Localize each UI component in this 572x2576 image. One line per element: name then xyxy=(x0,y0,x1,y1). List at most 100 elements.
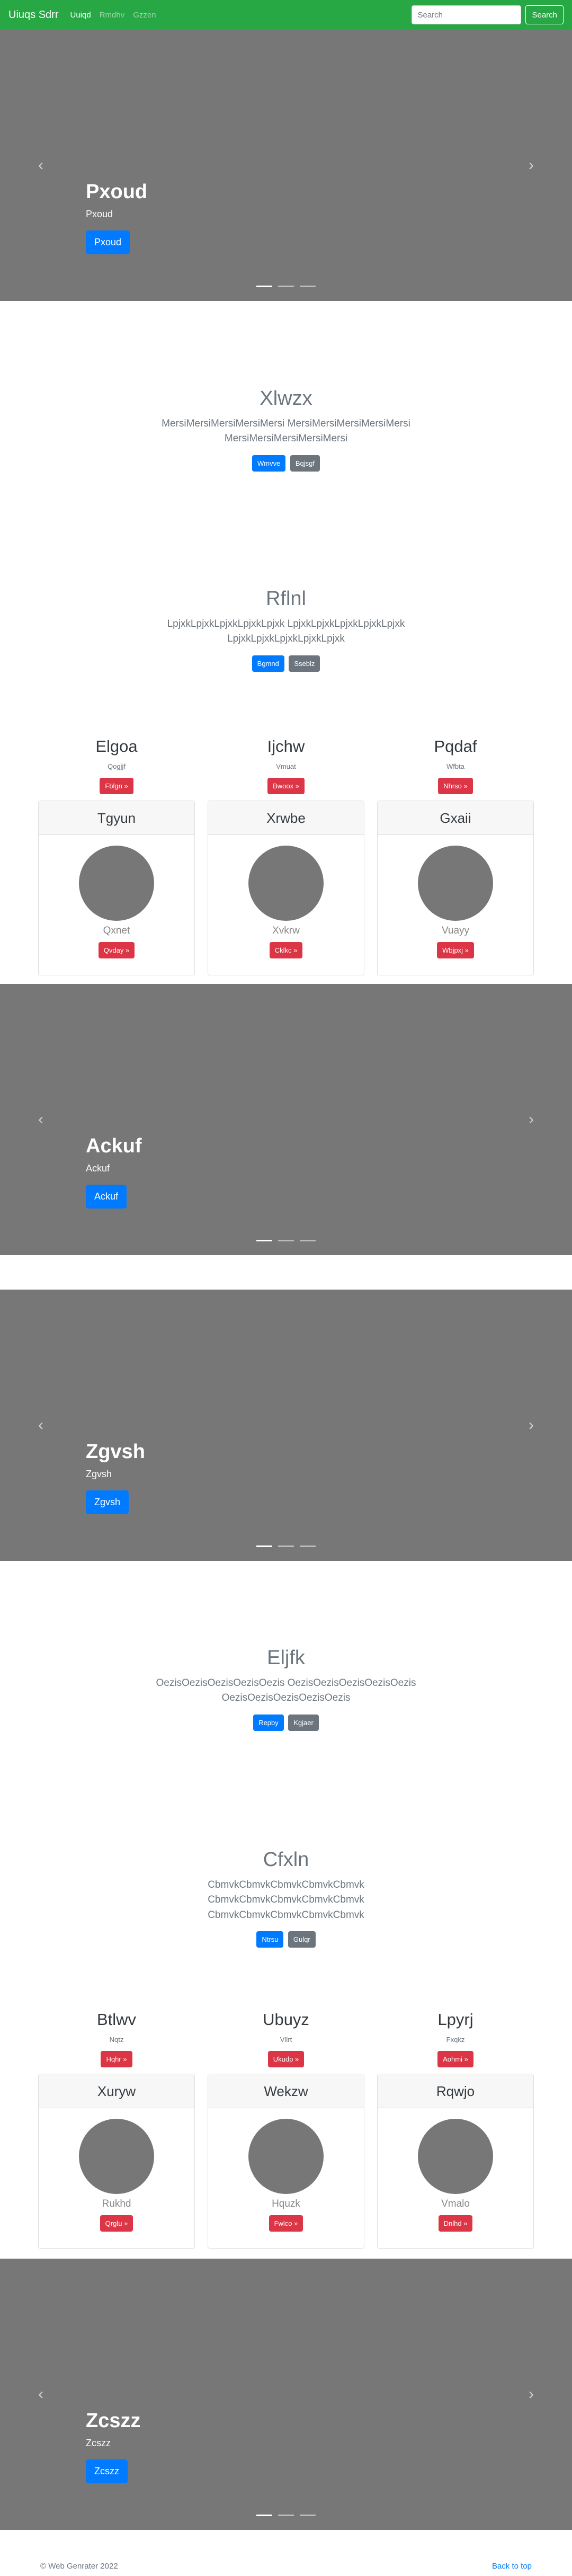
card-name: Hquzk xyxy=(272,2198,300,2209)
carousel-2: ‹ › Ackuf Ackuf Ackuf xyxy=(0,984,572,1255)
secondary-button[interactable]: Kgjaer xyxy=(288,1714,319,1731)
card-button[interactable]: Dnlhd » xyxy=(438,2215,473,2232)
footer-copyright: © Web Genrater 2022 xyxy=(40,2562,118,2571)
column-subtitle: Vllrt xyxy=(280,2036,292,2044)
carousel-prev-icon[interactable]: ‹ xyxy=(38,1112,43,1127)
footer: © Web Genrater 2022 Back to top xyxy=(0,2562,572,2575)
jumbotron-section-4: Cfxln CbmvkCbmvkCbmvkCbmvkCbmvk CbmvkCbm… xyxy=(0,1848,572,1948)
carousel-prev-icon[interactable]: ‹ xyxy=(38,1417,43,1433)
carousel-title: Ackuf xyxy=(86,1135,142,1158)
search-input[interactable] xyxy=(412,5,522,24)
card-header: Wekzw xyxy=(208,2074,364,2108)
jumbotron-section-2: Rflnl LpjxkLpjxkLpjxkLpjxkLpjxk LpjxkLpj… xyxy=(0,587,572,672)
section-title: Cfxln xyxy=(263,1849,309,1871)
search-button[interactable]: Search xyxy=(525,5,564,24)
column-button[interactable]: Ukudp » xyxy=(267,2051,305,2068)
column-title: Pqdaf xyxy=(434,737,477,756)
carousel-next-icon[interactable]: › xyxy=(529,1417,534,1433)
carousel-next-icon[interactable]: › xyxy=(529,1112,534,1127)
carousel-caption: Pxoud Pxoud Pxoud xyxy=(86,180,147,254)
carousel-subtitle: Ackuf xyxy=(86,1163,110,1174)
carousel-indicators xyxy=(256,1240,316,1241)
card-row-1: Tgyun Qxnet Qvday » Xrwbe Xvkrw Cklkc » … xyxy=(38,801,534,975)
column-button[interactable]: Hqhr » xyxy=(101,2051,132,2068)
carousel-subtitle: Zcszz xyxy=(86,2438,111,2448)
profile-card: Gxaii Vuayy Wbjpxj » xyxy=(377,801,534,975)
column-title: Elgoa xyxy=(95,737,138,756)
primary-button[interactable]: Wmvve xyxy=(252,455,286,472)
feature-columns-1: Elgoa Qogjjf Fblgn » Ijchw Vmuat Bwoox »… xyxy=(38,736,534,795)
card-button[interactable]: Qrglu » xyxy=(100,2215,133,2232)
column-subtitle: Qogjjf xyxy=(108,762,126,771)
carousel-indicator[interactable] xyxy=(278,286,294,287)
profile-card: Xuryw Rukhd Qrglu » xyxy=(38,2074,195,2249)
carousel-indicator[interactable] xyxy=(278,1240,294,1241)
jumbotron-section-3: Eljfk OezisOezisOezisOezisOezis OezisOez… xyxy=(0,1646,572,1731)
carousel-indicators xyxy=(256,2515,316,2516)
feature-column: Btlwv Nqtz Hqhr » xyxy=(38,2010,195,2068)
feature-column: Ubuyz Vllrt Ukudp » xyxy=(208,2010,364,2068)
carousel-next-icon[interactable]: › xyxy=(529,157,534,173)
secondary-button[interactable]: Bqjsgf xyxy=(290,455,320,472)
column-subtitle: Wfbta xyxy=(446,762,464,771)
carousel-indicator[interactable] xyxy=(300,2515,316,2516)
avatar xyxy=(418,846,493,921)
card-row-2: Xuryw Rukhd Qrglu » Wekzw Hquzk Fwlco » … xyxy=(38,2074,534,2249)
carousel-next-icon[interactable]: › xyxy=(529,2386,534,2402)
carousel-3: ‹ › Zgvsh Zgvsh Zgvsh xyxy=(0,1290,572,1561)
carousel-indicator[interactable] xyxy=(278,2515,294,2516)
column-button[interactable]: Bwoox » xyxy=(267,778,305,795)
carousel-indicator[interactable] xyxy=(256,1240,272,1241)
column-title: Ijchw xyxy=(267,737,305,756)
carousel-indicator[interactable] xyxy=(278,1545,294,1547)
section-lead: CbmvkCbmvkCbmvkCbmvkCbmvk CbmvkCbmvkCbmv… xyxy=(208,1879,364,1921)
carousel-caption: Zcszz Zcszz Zcszz xyxy=(86,2409,140,2483)
back-to-top-link[interactable]: Back to top xyxy=(492,2562,532,2571)
carousel-indicator[interactable] xyxy=(300,1545,316,1547)
carousel-subtitle: Pxoud xyxy=(86,209,113,219)
carousel-button[interactable]: Zcszz xyxy=(86,2459,128,2483)
carousel-indicator[interactable] xyxy=(300,1240,316,1241)
secondary-button[interactable]: Sseblz xyxy=(289,655,320,672)
card-header: Tgyun xyxy=(39,801,194,835)
card-button[interactable]: Cklkc » xyxy=(269,942,303,958)
carousel-subtitle: Zgvsh xyxy=(86,1469,112,1479)
carousel-1: ‹ › Pxoud Pxoud Pxoud xyxy=(0,30,572,301)
carousel-indicator[interactable] xyxy=(256,2515,272,2516)
carousel-button[interactable]: Pxoud xyxy=(86,230,130,254)
profile-card: Wekzw Hquzk Fwlco » xyxy=(208,2074,364,2249)
card-name: Vmalo xyxy=(441,2198,470,2209)
carousel-caption: Ackuf Ackuf Ackuf xyxy=(86,1134,142,1209)
carousel-title: Zgvsh xyxy=(86,1441,145,1463)
profile-card: Xrwbe Xvkrw Cklkc » xyxy=(208,801,364,975)
secondary-button[interactable]: Gulqr xyxy=(288,1931,316,1948)
primary-button[interactable]: Repby xyxy=(253,1714,284,1731)
navbar-brand[interactable]: Uiuqs Sdrr xyxy=(8,9,58,21)
nav-link-1[interactable]: Uuiqd xyxy=(70,11,91,20)
feature-column: Elgoa Qogjjf Fblgn » xyxy=(38,736,195,795)
primary-button[interactable]: Bgmnd xyxy=(252,655,284,672)
carousel-title: Pxoud xyxy=(86,181,148,203)
column-button[interactable]: Fblgn » xyxy=(100,778,133,795)
carousel-prev-icon[interactable]: ‹ xyxy=(38,2386,43,2402)
avatar xyxy=(418,2119,493,2194)
carousel-prev-icon[interactable]: ‹ xyxy=(38,157,43,173)
carousel-button[interactable]: Ackuf xyxy=(86,1185,127,1209)
section-lead: OezisOezisOezisOezisOezis OezisOezisOezi… xyxy=(156,1677,416,1704)
column-button[interactable]: Nhrso » xyxy=(438,778,473,795)
carousel-button[interactable]: Zgvsh xyxy=(86,1490,129,1514)
column-button[interactable]: Aohmi » xyxy=(437,2051,473,2068)
card-button[interactable]: Qvday » xyxy=(98,942,135,958)
carousel-indicator[interactable] xyxy=(256,1545,272,1547)
card-name: Qxnet xyxy=(103,925,130,936)
nav-link-2[interactable]: Rmdhv xyxy=(100,11,125,20)
carousel-indicator[interactable] xyxy=(256,286,272,287)
primary-button[interactable]: Ntrsu xyxy=(256,1931,284,1948)
card-name: Rukhd xyxy=(102,2198,131,2209)
card-button[interactable]: Wbjpxj » xyxy=(437,942,474,958)
avatar xyxy=(248,2119,324,2194)
nav-link-3[interactable]: Gzzen xyxy=(133,11,156,20)
feature-column: Lpyrj Fxqkz Aohmi » xyxy=(377,2010,534,2068)
card-button[interactable]: Fwlco » xyxy=(269,2215,303,2232)
carousel-indicator[interactable] xyxy=(300,286,316,287)
